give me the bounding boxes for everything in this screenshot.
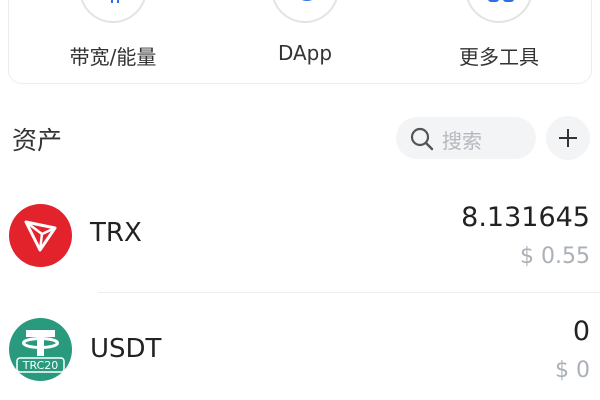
tool-more-circle — [465, 0, 533, 23]
asset-row-usdt[interactable]: TRC20 USDT 0 $ 0 — [0, 290, 600, 400]
search-placeholder: 搜索 — [442, 129, 482, 153]
tool-more-label: 更多工具 — [459, 45, 539, 69]
usdt-icon: TRC20 — [9, 318, 72, 381]
tools-card: 带宽/能量 DApp 更多工具 — [8, 0, 592, 84]
usdt-badge: TRC20 — [22, 359, 59, 372]
tool-dapp-circle — [271, 0, 339, 23]
asset-amount: 0 — [572, 316, 590, 347]
asset-symbol: TRX — [90, 218, 142, 248]
add-asset-button[interactable] — [546, 116, 590, 160]
grid-icon — [488, 0, 514, 2]
asset-value: $ 0 — [555, 358, 590, 383]
tool-bandwidth-energy[interactable]: 带宽/能量 — [43, 0, 183, 85]
tool-bandwidth-label: 带宽/能量 — [69, 45, 157, 69]
asset-symbol: USDT — [90, 334, 162, 364]
assets-title: 资产 — [12, 126, 63, 155]
tool-dapp-label: DApp — [277, 41, 333, 65]
tool-bandwidth-circle — [79, 0, 147, 23]
asset-row-trx[interactable]: TRX 8.131645 $ 0.55 — [0, 180, 600, 290]
plus-icon — [559, 129, 577, 147]
search-icon — [410, 127, 434, 151]
search-input[interactable]: 搜索 — [396, 117, 536, 159]
asset-amount: 8.131645 — [461, 202, 590, 233]
trx-icon — [9, 204, 72, 267]
tool-more-tools[interactable]: 更多工具 — [429, 0, 569, 85]
tool-dapp[interactable]: DApp — [235, 0, 375, 85]
chip-icon — [111, 0, 119, 3]
asset-value: $ 0.55 — [520, 244, 590, 269]
compass-icon — [302, 0, 312, 1]
